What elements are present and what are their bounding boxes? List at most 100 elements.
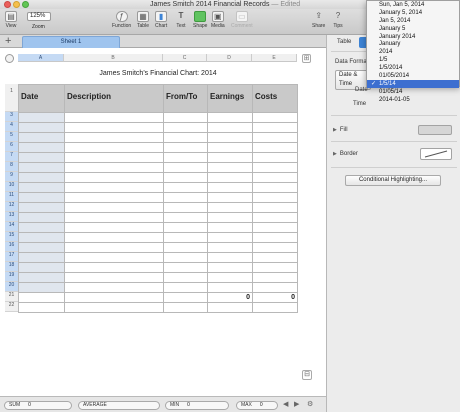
shape-button[interactable]: Shape <box>193 11 207 29</box>
table-cell[interactable] <box>18 182 65 193</box>
row-header[interactable]: 1 <box>5 84 18 112</box>
table-cell[interactable] <box>163 112 208 123</box>
row-header[interactable]: 20 <box>5 282 18 292</box>
row-header[interactable]: 4 <box>5 122 18 132</box>
fill-section-toggle[interactable]: ▶ Fill <box>333 127 348 133</box>
header-cell-description[interactable]: Description <box>64 84 164 113</box>
row-header[interactable]: 22 <box>5 302 18 312</box>
table-cell[interactable] <box>64 292 164 303</box>
menu-item[interactable]: 01/05/2014 <box>367 72 459 80</box>
table-cell[interactable] <box>64 192 164 203</box>
row-header[interactable]: 19 <box>5 272 18 282</box>
table-cell[interactable] <box>252 272 298 283</box>
table-cell[interactable] <box>252 142 298 153</box>
next-icon[interactable]: ▶ <box>294 400 299 408</box>
chart-button[interactable]: ▮ Chart <box>155 11 167 29</box>
table-cell[interactable] <box>18 292 65 303</box>
table-cell[interactable] <box>18 212 65 223</box>
table-cell[interactable] <box>207 142 253 153</box>
menu-item[interactable]: January 5 <box>367 25 459 33</box>
table-cell[interactable] <box>18 302 65 313</box>
table-cell[interactable] <box>207 242 253 253</box>
row-header[interactable]: 6 <box>5 142 18 152</box>
table-cell[interactable] <box>252 212 298 223</box>
row-header[interactable]: 17 <box>5 252 18 262</box>
menu-item[interactable]: 01/05/14 <box>367 88 459 96</box>
table-cell[interactable] <box>64 172 164 183</box>
table-cell[interactable] <box>18 152 65 163</box>
table-cell[interactable] <box>64 212 164 223</box>
table-cell[interactable] <box>252 262 298 273</box>
table-cell[interactable] <box>163 172 208 183</box>
table-cell[interactable] <box>252 172 298 183</box>
add-column-button[interactable]: ⊞ <box>302 54 311 63</box>
table-cell[interactable] <box>252 182 298 193</box>
table-cell[interactable] <box>163 192 208 203</box>
max-summary[interactable]: MAX 0 <box>236 401 278 410</box>
table-cell[interactable] <box>252 152 298 163</box>
table-cell[interactable] <box>207 282 253 293</box>
table-cell[interactable] <box>207 152 253 163</box>
share-button[interactable]: ⇪ Share <box>312 11 325 29</box>
table-cell[interactable] <box>64 262 164 273</box>
column-header-c[interactable]: C <box>163 54 207 62</box>
min-summary[interactable]: MIN 0 <box>165 401 229 410</box>
menu-item[interactable]: Jan 5, 2014 <box>367 17 459 25</box>
zoom-select[interactable]: 125% <box>27 12 51 21</box>
view-button[interactable]: ▤ View <box>5 11 17 29</box>
table-cell[interactable] <box>163 202 208 213</box>
close-window-button[interactable] <box>4 1 11 8</box>
gear-icon[interactable]: ⚙ <box>307 400 313 408</box>
table-cell[interactable] <box>163 252 208 263</box>
fill-color-well[interactable] <box>418 125 452 135</box>
table-cell[interactable] <box>18 272 65 283</box>
menu-item-selected[interactable]: ✓ 1/5/14 <box>367 79 459 88</box>
financial-table[interactable]: Date Description From/To Earnings Costs <box>18 84 298 313</box>
table-cell[interactable] <box>163 232 208 243</box>
tab-table[interactable]: Table <box>331 37 357 48</box>
menu-item[interactable]: 1/5 <box>367 56 459 64</box>
table-cell[interactable] <box>207 212 253 223</box>
table-cell[interactable] <box>64 162 164 173</box>
table-cell[interactable] <box>64 122 164 133</box>
row-header[interactable]: 3 <box>5 112 18 122</box>
table-cell[interactable] <box>64 222 164 233</box>
costs-total-cell[interactable]: 0 <box>252 292 298 303</box>
header-cell-earnings[interactable]: Earnings <box>207 84 253 113</box>
table-cell[interactable] <box>18 242 65 253</box>
table-cell[interactable] <box>252 112 298 123</box>
column-header-d[interactable]: D <box>207 54 252 62</box>
table-cell[interactable] <box>207 222 253 233</box>
row-header[interactable]: 7 <box>5 152 18 162</box>
table-title[interactable]: James Smitch's Financial Chart: 2014 <box>18 70 298 77</box>
table-cell[interactable] <box>207 262 253 273</box>
row-header[interactable]: 8 <box>5 162 18 172</box>
table-cell[interactable] <box>163 272 208 283</box>
table-cell[interactable] <box>18 192 65 203</box>
table-cell[interactable] <box>207 182 253 193</box>
table-cell[interactable] <box>18 232 65 243</box>
table-cell[interactable] <box>163 162 208 173</box>
row-header[interactable]: 9 <box>5 172 18 182</box>
table-cell[interactable] <box>163 212 208 223</box>
table-cell[interactable] <box>64 252 164 263</box>
row-header[interactable]: 21 <box>5 292 18 302</box>
table-cell[interactable] <box>163 282 208 293</box>
text-button[interactable]: T Text <box>175 11 187 29</box>
row-header[interactable]: 12 <box>5 202 18 212</box>
table-cell[interactable] <box>252 232 298 243</box>
earnings-total-cell[interactable]: 0 <box>207 292 253 303</box>
table-cell[interactable] <box>252 242 298 253</box>
column-header-e[interactable]: E <box>252 54 297 62</box>
previous-icon[interactable]: ◀ <box>283 400 288 408</box>
table-cell[interactable] <box>252 282 298 293</box>
table-cell[interactable] <box>207 112 253 123</box>
menu-item[interactable]: 2014-01-05 <box>367 96 459 104</box>
table-cell[interactable] <box>64 302 164 313</box>
table-cell[interactable] <box>18 132 65 143</box>
table-cell[interactable] <box>163 182 208 193</box>
table-cell[interactable] <box>64 242 164 253</box>
average-summary[interactable]: AVERAGE <box>78 401 160 410</box>
conditional-highlighting-button[interactable]: Conditional Highlighting... <box>345 175 441 186</box>
table-cell[interactable] <box>252 252 298 263</box>
